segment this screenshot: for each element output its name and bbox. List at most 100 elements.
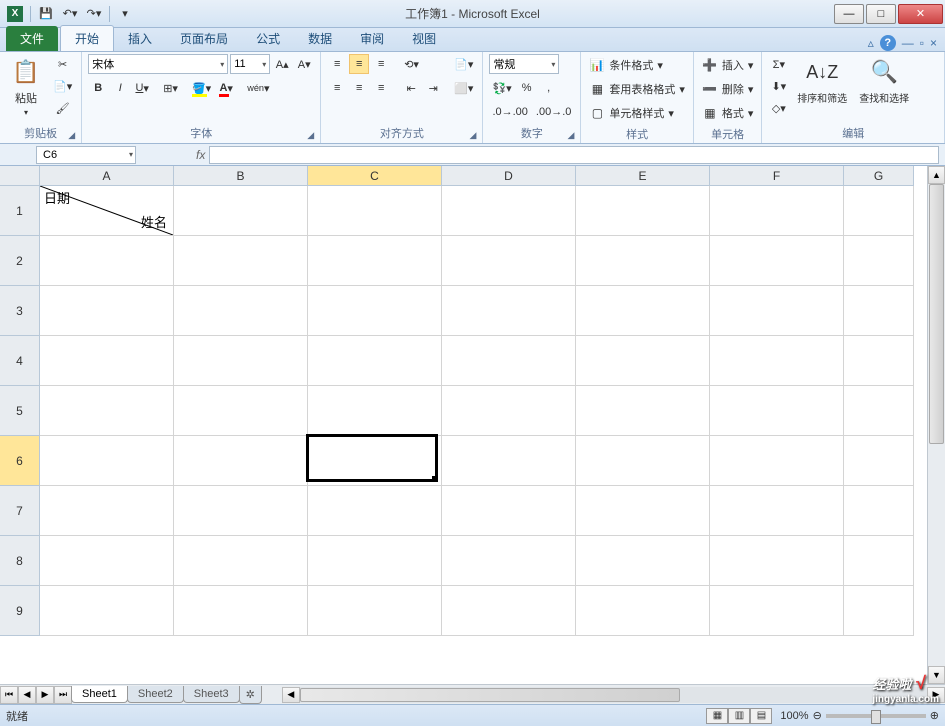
cell-B1[interactable] (174, 186, 308, 236)
first-sheet-button[interactable]: ⏮ (0, 686, 18, 704)
col-header-B[interactable]: B (174, 166, 308, 186)
close-button[interactable]: ✕ (898, 4, 943, 24)
hscroll-thumb[interactable] (300, 688, 680, 702)
italic-button[interactable]: I (110, 78, 130, 98)
fx-icon[interactable]: fx (196, 148, 205, 162)
format-painter-button[interactable]: 🖌 (50, 98, 75, 118)
percent-button[interactable]: % (517, 78, 537, 98)
cell-G8[interactable] (844, 536, 914, 586)
decrease-indent-button[interactable]: ⇤ (401, 78, 421, 98)
cell-D3[interactable] (442, 286, 576, 336)
align-top-button[interactable]: ≡ (327, 54, 347, 74)
cell-A7[interactable] (40, 486, 174, 536)
cell-F3[interactable] (710, 286, 844, 336)
minimize-button[interactable]: — (834, 4, 864, 24)
cell-G3[interactable] (844, 286, 914, 336)
ribbon-minimize-icon[interactable]: ▵ (868, 36, 874, 50)
find-select-button[interactable]: 🔍 查找和选择 (855, 54, 913, 107)
name-box[interactable]: C6▾ (36, 146, 136, 164)
new-sheet-button[interactable]: ✲ (239, 686, 262, 704)
cell-C8[interactable] (308, 536, 442, 586)
cell-G9[interactable] (844, 586, 914, 636)
align-right-button[interactable]: ≡ (371, 78, 391, 98)
cell-G6[interactable] (844, 436, 914, 486)
cell-E7[interactable] (576, 486, 710, 536)
align-center-button[interactable]: ≡ (349, 78, 369, 98)
tab-layout[interactable]: 页面布局 (166, 26, 242, 51)
qat-customize[interactable]: ▾ (114, 3, 136, 25)
col-header-C[interactable]: C (308, 166, 442, 186)
col-header-F[interactable]: F (710, 166, 844, 186)
font-name-combo[interactable]: 宋体▾ (88, 54, 228, 74)
cell-F5[interactable] (710, 386, 844, 436)
row-header-7[interactable]: 7 (0, 486, 40, 536)
cell-D1[interactable] (442, 186, 576, 236)
cell-A3[interactable] (40, 286, 174, 336)
bold-button[interactable]: B (88, 78, 108, 98)
cell-E5[interactable] (576, 386, 710, 436)
col-header-G[interactable]: G (844, 166, 914, 186)
cell-E6[interactable] (576, 436, 710, 486)
cell-F7[interactable] (710, 486, 844, 536)
last-sheet-button[interactable]: ⏭ (54, 686, 72, 704)
cell-B5[interactable] (174, 386, 308, 436)
cell-C2[interactable] (308, 236, 442, 286)
paste-button[interactable]: 📋 粘贴▾ (6, 54, 46, 119)
save-button[interactable]: 💾 (35, 3, 57, 25)
align-bottom-button[interactable]: ≡ (371, 54, 391, 74)
row-header-8[interactable]: 8 (0, 536, 40, 586)
shrink-font-button[interactable]: A▾ (294, 54, 314, 74)
cell-C4[interactable] (308, 336, 442, 386)
doc-close-icon[interactable]: × (930, 36, 937, 50)
cell-D5[interactable] (442, 386, 576, 436)
redo-button[interactable]: ↷▾ (83, 3, 105, 25)
row-header-4[interactable]: 4 (0, 336, 40, 386)
vertical-scrollbar[interactable]: ▲ ▼ (927, 166, 945, 684)
cell-F1[interactable] (710, 186, 844, 236)
fill-color-button[interactable]: 🪣▾ (189, 78, 214, 98)
zoom-label[interactable]: 100% (780, 710, 808, 722)
cell-B4[interactable] (174, 336, 308, 386)
cell-E4[interactable] (576, 336, 710, 386)
cell-A9[interactable] (40, 586, 174, 636)
currency-button[interactable]: 💱▾ (489, 78, 514, 98)
horizontal-scrollbar[interactable]: ◀ ▶ (282, 687, 945, 703)
cell-D8[interactable] (442, 536, 576, 586)
cell-C1[interactable] (308, 186, 442, 236)
excel-icon[interactable]: X (4, 3, 26, 25)
row-header-5[interactable]: 5 (0, 386, 40, 436)
cell-A4[interactable] (40, 336, 174, 386)
cell-E8[interactable] (576, 536, 710, 586)
cell-A8[interactable] (40, 536, 174, 586)
fill-button[interactable]: ⬇▾ (768, 76, 789, 96)
font-launcher[interactable]: ◢ (307, 130, 314, 141)
cell-C3[interactable] (308, 286, 442, 336)
insert-cells-button[interactable]: ➕插入▾ (700, 54, 756, 76)
doc-restore-icon[interactable]: ▫ (920, 36, 924, 50)
cell-G7[interactable] (844, 486, 914, 536)
decrease-decimal-button[interactable]: .00→.0 (533, 102, 574, 122)
cell-G1[interactable] (844, 186, 914, 236)
border-button[interactable]: ⊞▾ (160, 78, 181, 98)
cell-F2[interactable] (710, 236, 844, 286)
sheet-tab-1[interactable]: Sheet1 (71, 686, 128, 703)
zoom-slider[interactable] (826, 714, 926, 718)
cell-D7[interactable] (442, 486, 576, 536)
cell-F8[interactable] (710, 536, 844, 586)
doc-minimize-icon[interactable]: — (902, 36, 914, 50)
tab-formulas[interactable]: 公式 (242, 26, 294, 51)
scroll-up-button[interactable]: ▲ (928, 166, 945, 184)
clear-button[interactable]: ◇▾ (768, 98, 789, 118)
cell-C5[interactable] (308, 386, 442, 436)
cell-A5[interactable] (40, 386, 174, 436)
underline-button[interactable]: U▾ (132, 78, 152, 98)
cell-F4[interactable] (710, 336, 844, 386)
comma-button[interactable]: , (539, 78, 559, 98)
cell-B3[interactable] (174, 286, 308, 336)
wrap-text-button[interactable]: 📄▾ (451, 54, 476, 74)
cell-F9[interactable] (710, 586, 844, 636)
alignment-launcher[interactable]: ◢ (470, 130, 477, 141)
scroll-left-button[interactable]: ◀ (282, 687, 300, 703)
increase-indent-button[interactable]: ⇥ (423, 78, 443, 98)
sheet-tab-2[interactable]: Sheet2 (127, 686, 184, 703)
